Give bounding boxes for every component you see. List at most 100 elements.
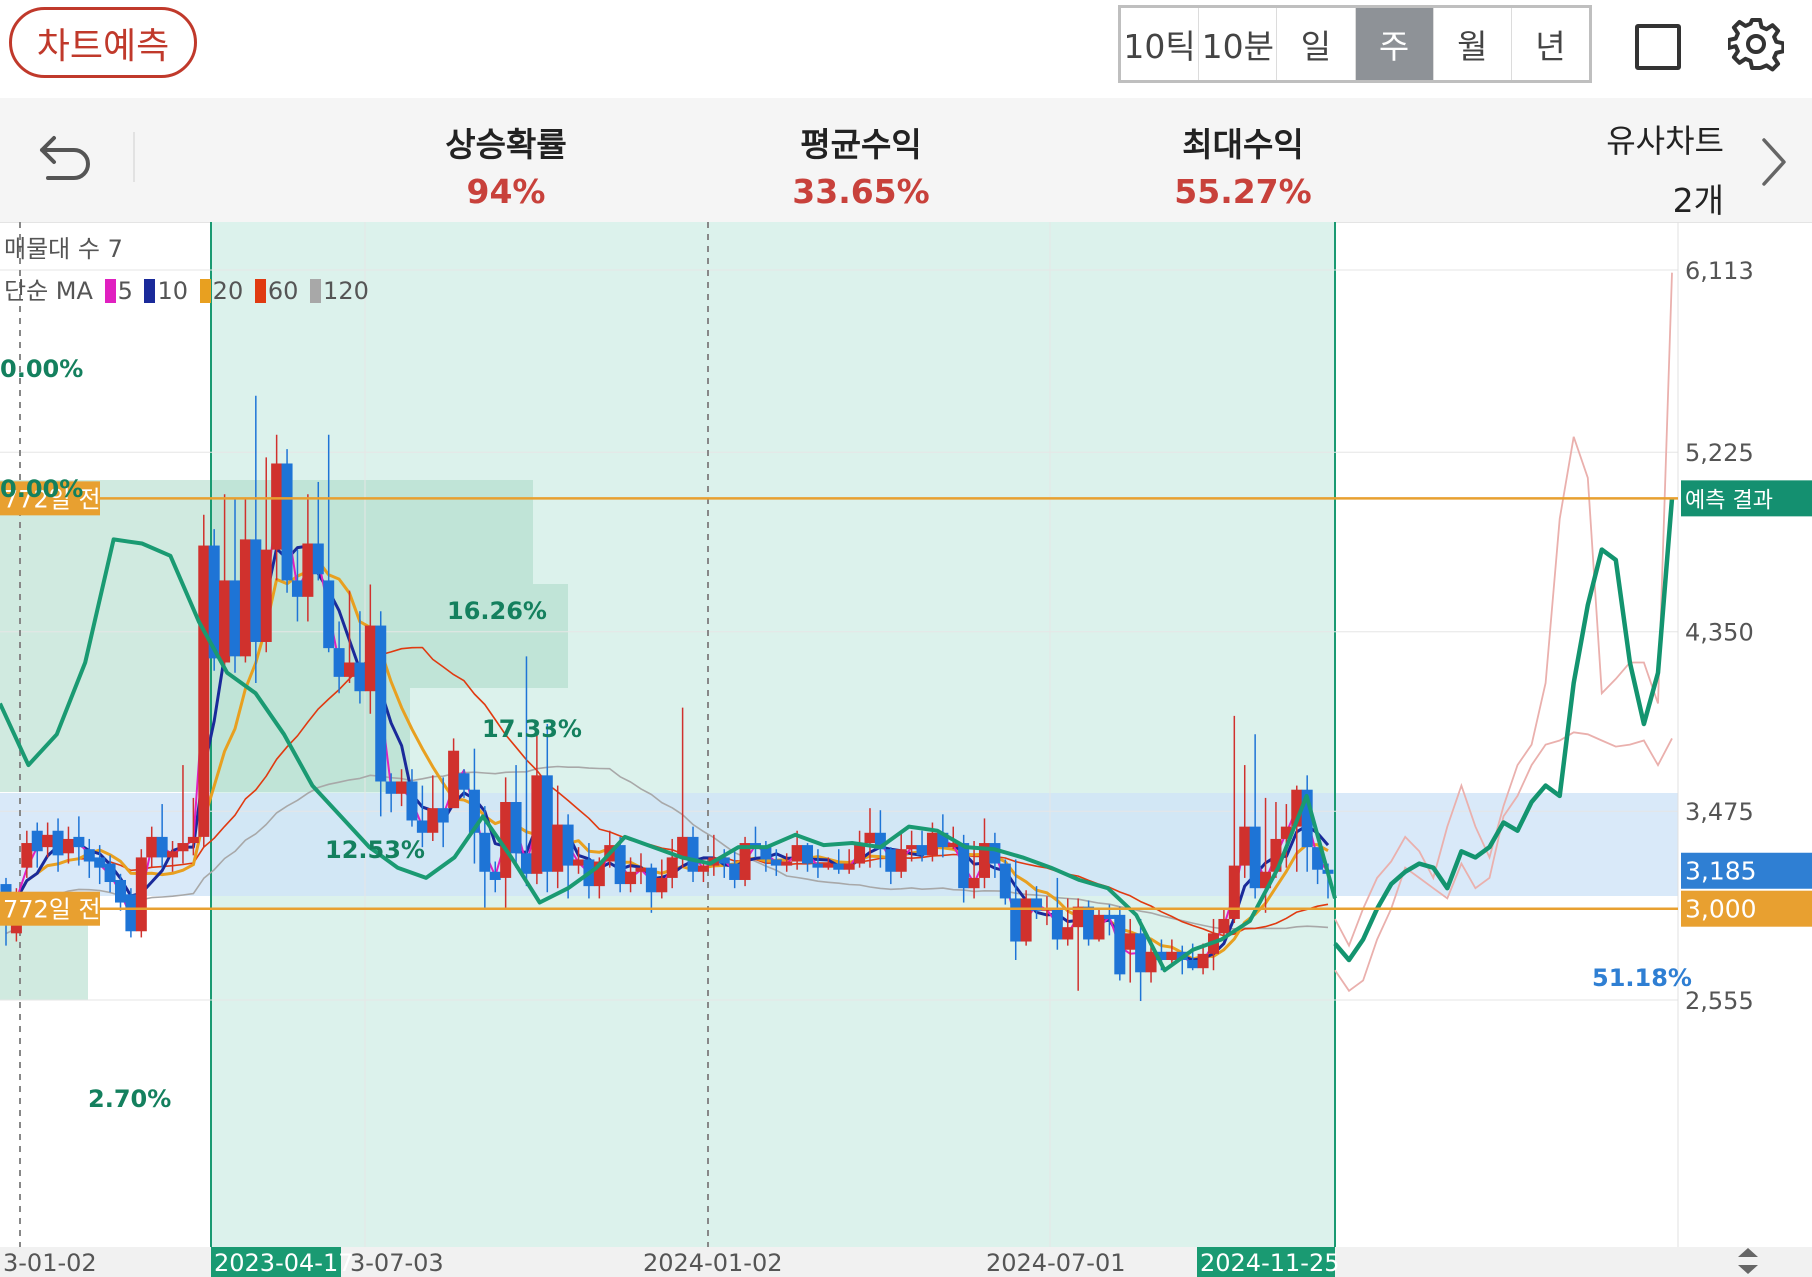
candle-body: [177, 843, 189, 852]
candle-body: [115, 879, 127, 903]
candle-body: [968, 877, 980, 889]
candle-body: [687, 836, 699, 872]
ma-legend: 단순 MA 5 10 20 60 120: [4, 270, 369, 312]
ma5-color-swatch: [104, 279, 116, 303]
candle-body: [125, 894, 137, 932]
candle-body: [416, 820, 428, 833]
candle-body: [135, 857, 147, 932]
candle-body: [645, 867, 657, 893]
candle-body: [666, 857, 678, 878]
ma60-label: 60: [267, 277, 299, 305]
x-axis-tick: 2024-07-01: [986, 1249, 1125, 1277]
candle-body: [1249, 826, 1261, 889]
candle-body: [1103, 914, 1115, 919]
candle-body: [1062, 927, 1074, 940]
percent-label: 16.26%: [447, 597, 547, 625]
candle-body: [219, 580, 231, 663]
chart-predict-button[interactable]: 차트예측: [9, 7, 197, 78]
candle-body: [312, 543, 324, 575]
candle-body: [323, 580, 335, 649]
candle-body: [656, 877, 668, 893]
chart-canvas[interactable]: 6,113 5,225 4,350 3,475 2,555 3,185 3,000 예측 결과…: [0, 222, 1812, 1277]
x-axis-tick: 2024-11-25: [1200, 1249, 1339, 1277]
candle-body: [510, 802, 522, 854]
candle-body: [520, 853, 532, 874]
rise-probability-label: 상승확률: [445, 125, 567, 164]
y-axis-tick: 3,475: [1685, 798, 1754, 826]
y-axis-tick: 6,113: [1685, 257, 1754, 285]
candle-body: [541, 775, 553, 872]
candle-body: [822, 863, 834, 868]
candle-body: [458, 773, 470, 790]
gear-icon[interactable]: [1728, 16, 1784, 72]
candle-body: [83, 849, 95, 862]
period-10tick[interactable]: 10틱: [1121, 8, 1200, 80]
similar-charts-label: 유사차트: [1606, 122, 1724, 160]
period-day[interactable]: 일: [1277, 8, 1356, 80]
candle-body: [1135, 933, 1147, 973]
price-tag-label: 3,185: [1685, 857, 1757, 886]
candle-body: [198, 545, 210, 837]
candle-body: [73, 836, 85, 848]
candle-body: [250, 539, 262, 642]
period-10min[interactable]: 10분: [1199, 8, 1278, 80]
max-return-stat: 최대수익 55.27%: [1123, 118, 1363, 211]
rise-probability-value: 94%: [466, 172, 546, 211]
candle-body: [562, 824, 574, 866]
divider: [133, 132, 135, 182]
ma-label: 단순 MA: [4, 277, 93, 305]
candle-body: [1124, 933, 1136, 950]
stats-bar: 상승확률 94% 평균수익 33.65% 최대수익 55.27% 유사차트 2개: [0, 98, 1812, 223]
ma120-label: 120: [323, 277, 369, 305]
candle-body: [802, 845, 814, 864]
candle-body: [479, 832, 491, 872]
max-return-value: 55.27%: [1174, 172, 1312, 211]
candle-body: [552, 824, 564, 872]
period-year[interactable]: 년: [1512, 8, 1589, 80]
top-toolbar: 차트예측 10틱 10분 일 주 월 년: [0, 0, 1812, 98]
candle-body: [729, 863, 741, 880]
candle-body: [437, 808, 449, 823]
candle-body: [260, 549, 272, 642]
candle-body: [302, 543, 314, 597]
candle-body: [62, 838, 74, 854]
candle-body: [396, 781, 408, 794]
period-week[interactable]: 주: [1355, 8, 1434, 80]
candle-body: [344, 662, 356, 677]
candle-body: [167, 851, 179, 858]
candle-body: [625, 871, 637, 885]
candle-body: [1114, 914, 1126, 975]
candle-body: [781, 861, 793, 866]
y-axis-tick: 2,555: [1685, 987, 1754, 1015]
ma60-color-swatch: [254, 279, 266, 303]
left-tag-label: 772일 전: [3, 896, 101, 924]
candle-body: [427, 808, 439, 833]
candle-body: [239, 539, 251, 657]
similar-charts[interactable]: 유사차트 2개: [1606, 116, 1724, 222]
candle-body: [999, 863, 1011, 899]
max-return-label: 최대수익: [1182, 125, 1304, 164]
candle-body: [1020, 898, 1032, 942]
avg-return-value: 33.65%: [792, 172, 930, 211]
price-chart[interactable]: 6,113 5,225 4,350 3,475 2,555 3,185 3,000 예측 결과…: [0, 222, 1812, 1277]
candle-body: [916, 845, 928, 856]
square-icon[interactable]: [1635, 24, 1681, 70]
candle-body: [697, 865, 709, 872]
candle-body: [375, 625, 387, 782]
candle-body: [958, 843, 970, 889]
undo-icon[interactable]: [36, 128, 96, 188]
candle-body: [385, 781, 397, 794]
candle-body: [791, 845, 803, 862]
y-axis-tick: 5,225: [1685, 439, 1754, 467]
price-tag-label: 예측 결과: [1685, 488, 1773, 513]
candle-body: [1083, 906, 1095, 940]
resize-handle-icon[interactable]: [1736, 1246, 1760, 1276]
candle-body: [895, 849, 907, 872]
percent-label: 0.00%: [0, 355, 83, 383]
candle-body: [31, 830, 43, 852]
candle-body: [500, 802, 512, 878]
chevron-right-icon[interactable]: [1758, 134, 1790, 190]
candle-body: [885, 849, 897, 872]
period-month[interactable]: 월: [1434, 8, 1512, 80]
period-selector: 10틱 10분 일 주 월 년: [1118, 5, 1592, 83]
